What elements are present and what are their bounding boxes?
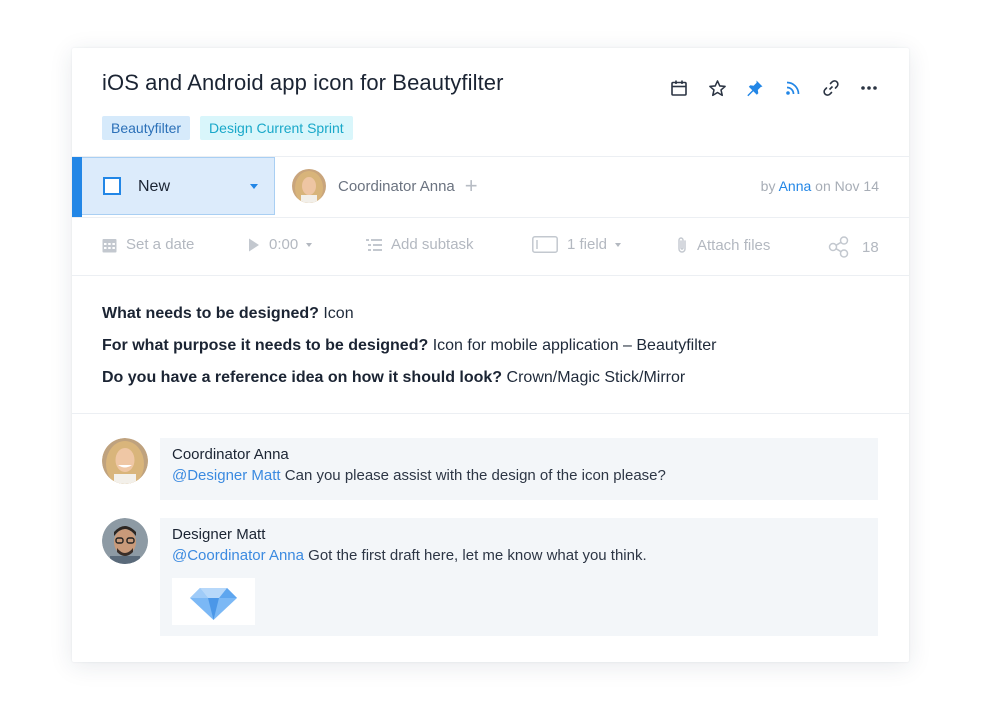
set-date-button[interactable]: Set a date bbox=[102, 236, 194, 253]
mention-link[interactable]: @Coordinator Anna bbox=[172, 547, 304, 564]
timer-button[interactable]: 0:00 bbox=[248, 236, 313, 253]
share-button[interactable]: 18 bbox=[828, 236, 879, 258]
pin-icon[interactable] bbox=[743, 76, 767, 100]
more-icon[interactable] bbox=[857, 76, 881, 100]
task-title[interactable]: iOS and Android app icon for Beautyfilte… bbox=[102, 70, 504, 96]
paperclip-icon bbox=[678, 237, 686, 253]
complete-checkbox[interactable] bbox=[103, 177, 121, 195]
add-assignee-icon[interactable]: + bbox=[465, 175, 478, 197]
avatar bbox=[102, 438, 148, 484]
link-icon[interactable] bbox=[819, 76, 843, 100]
share-icon bbox=[828, 236, 849, 258]
comment-text: @Coordinator Anna Got the first draft he… bbox=[172, 547, 647, 564]
status-color-bar bbox=[72, 157, 82, 217]
task-toolbar: Set a date 0:00 Add subtask 1 field Atta… bbox=[72, 216, 909, 276]
star-icon[interactable] bbox=[705, 76, 729, 100]
assignee-name: Coordinator Anna bbox=[338, 177, 455, 195]
tag-list: Beautyfilter Design Current Sprint bbox=[102, 116, 353, 140]
chevron-down-icon bbox=[250, 184, 258, 189]
field-icon bbox=[532, 236, 558, 253]
subtask-list-icon bbox=[366, 238, 382, 251]
calendar-icon[interactable] bbox=[667, 76, 691, 100]
add-subtask-button[interactable]: Add subtask bbox=[366, 236, 474, 253]
chevron-down-icon bbox=[615, 242, 622, 247]
mention-link[interactable]: @Designer Matt bbox=[172, 467, 281, 484]
description-line: What needs to be designed? Icon bbox=[102, 305, 354, 322]
task-card: iOS and Android app icon for Beautyfilte… bbox=[72, 48, 909, 662]
play-icon bbox=[249, 238, 259, 251]
created-by: by Anna on Nov 14 bbox=[760, 178, 879, 194]
custom-field-button[interactable]: 1 field bbox=[532, 236, 622, 253]
status-label: New bbox=[138, 178, 171, 195]
comment-author[interactable]: Designer Matt bbox=[172, 526, 265, 543]
assignee[interactable]: Coordinator Anna + bbox=[292, 169, 478, 203]
calendar-filled-icon bbox=[102, 238, 117, 252]
description-line: For what purpose it needs to be designed… bbox=[102, 337, 717, 354]
description-line: Do you have a reference idea on how it s… bbox=[102, 369, 686, 386]
avatar bbox=[102, 518, 148, 564]
comment-author[interactable]: Coordinator Anna bbox=[172, 446, 289, 463]
tag-beautyfilter[interactable]: Beautyfilter bbox=[102, 116, 191, 140]
status-row: New Coordinator Anna + by Anna on Nov 14 bbox=[72, 156, 909, 218]
task-actions bbox=[667, 76, 881, 100]
status-dropdown[interactable]: New bbox=[72, 157, 275, 217]
rss-icon[interactable] bbox=[781, 76, 805, 100]
diamond-icon bbox=[190, 588, 237, 620]
comment-bubble: Designer Matt @Coordinator Anna Got the … bbox=[160, 518, 878, 636]
attach-files-button[interactable]: Attach files bbox=[676, 236, 770, 254]
share-count: 18 bbox=[862, 238, 879, 256]
tag-design-current-sprint[interactable]: Design Current Sprint bbox=[200, 116, 353, 140]
chevron-down-icon bbox=[306, 242, 313, 247]
attachment-thumbnail[interactable] bbox=[172, 578, 255, 625]
avatar bbox=[292, 169, 326, 203]
task-description[interactable]: What needs to be designed? Icon For what… bbox=[102, 298, 716, 394]
comment-bubble: Coordinator Anna @Designer Matt Can you … bbox=[160, 438, 878, 500]
author-link[interactable]: Anna bbox=[779, 178, 812, 194]
comment-text: @Designer Matt Can you please assist wit… bbox=[172, 467, 666, 484]
divider bbox=[72, 413, 909, 414]
